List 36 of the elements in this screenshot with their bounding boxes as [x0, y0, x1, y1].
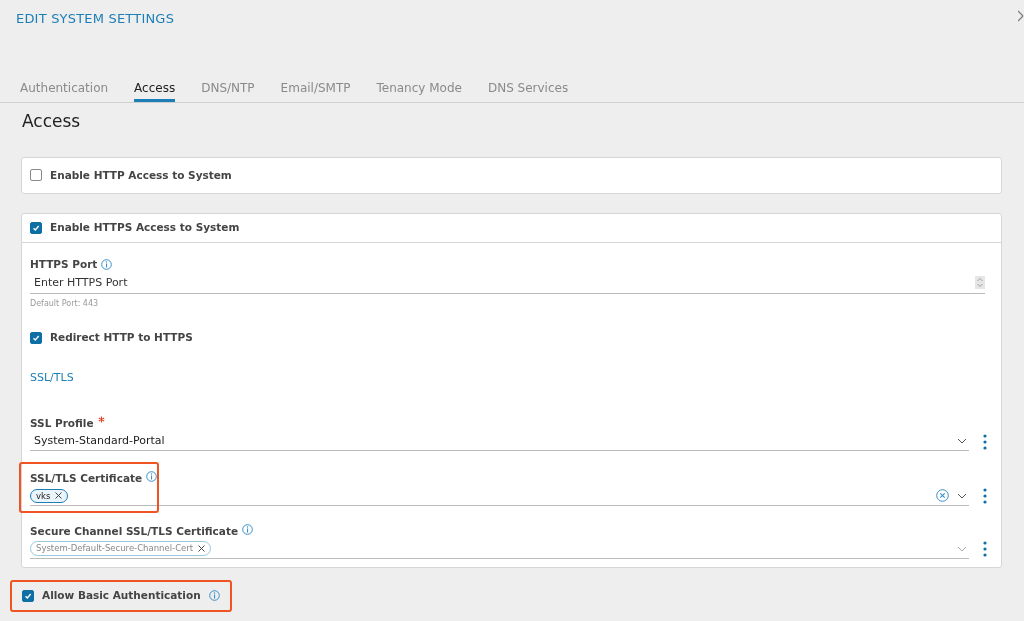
section-title: Access	[22, 110, 82, 131]
checkbox[interactable]	[30, 169, 42, 182]
field-label: HTTPS Port	[30, 257, 98, 272]
hint-text: Default Port: 443	[30, 298, 100, 311]
checkbox-label: Allow Basic Authentication	[42, 587, 201, 603]
checkbox-label: Enable HTTPS Access to System	[50, 220, 240, 236]
tab[interactable]: Access	[134, 78, 176, 102]
number-field[interactable]: Enter HTTPS Port	[30, 272, 975, 294]
kebab-icon	[983, 433, 987, 450]
checkbox-label: Redirect HTTP to HTTPS	[50, 330, 193, 346]
remove-icon	[55, 492, 63, 500]
checkbox-label: Enable HTTP Access to System	[50, 167, 232, 183]
tab[interactable]: Authentication	[20, 78, 109, 102]
spinner-icon	[975, 276, 985, 290]
tag-chip[interactable]: vks	[30, 488, 69, 504]
checkbox[interactable]	[30, 332, 42, 345]
checkbox[interactable]	[30, 222, 42, 234]
subsection-title: SSL/TLS	[30, 370, 75, 386]
tab[interactable]: Tenancy Mode	[376, 78, 462, 102]
select-field[interactable]: System-Standard-Portal	[30, 432, 969, 452]
chevron-down-icon	[957, 438, 967, 445]
field-label: SSL/TLS Certificate	[30, 471, 143, 487]
remove-icon	[198, 545, 206, 553]
tab[interactable]: DNS Services	[487, 78, 569, 102]
multiselect-field[interactable]: vks	[30, 487, 969, 506]
tab[interactable]: DNS/NTP	[201, 78, 255, 102]
kebab-icon	[983, 541, 987, 558]
info-icon	[101, 259, 113, 271]
dialog-title: EDIT SYSTEM SETTINGS	[15, 10, 175, 27]
chevron-down-icon	[957, 493, 967, 499]
kebab-icon	[983, 488, 987, 505]
field-label: SSL Profile	[30, 416, 94, 432]
checkbox[interactable]	[22, 589, 34, 602]
chevron-down-icon	[957, 545, 967, 552]
field-label: Secure Channel SSL/TLS Certificate	[30, 524, 239, 539]
tab[interactable]: Email/SMTP	[280, 78, 351, 102]
